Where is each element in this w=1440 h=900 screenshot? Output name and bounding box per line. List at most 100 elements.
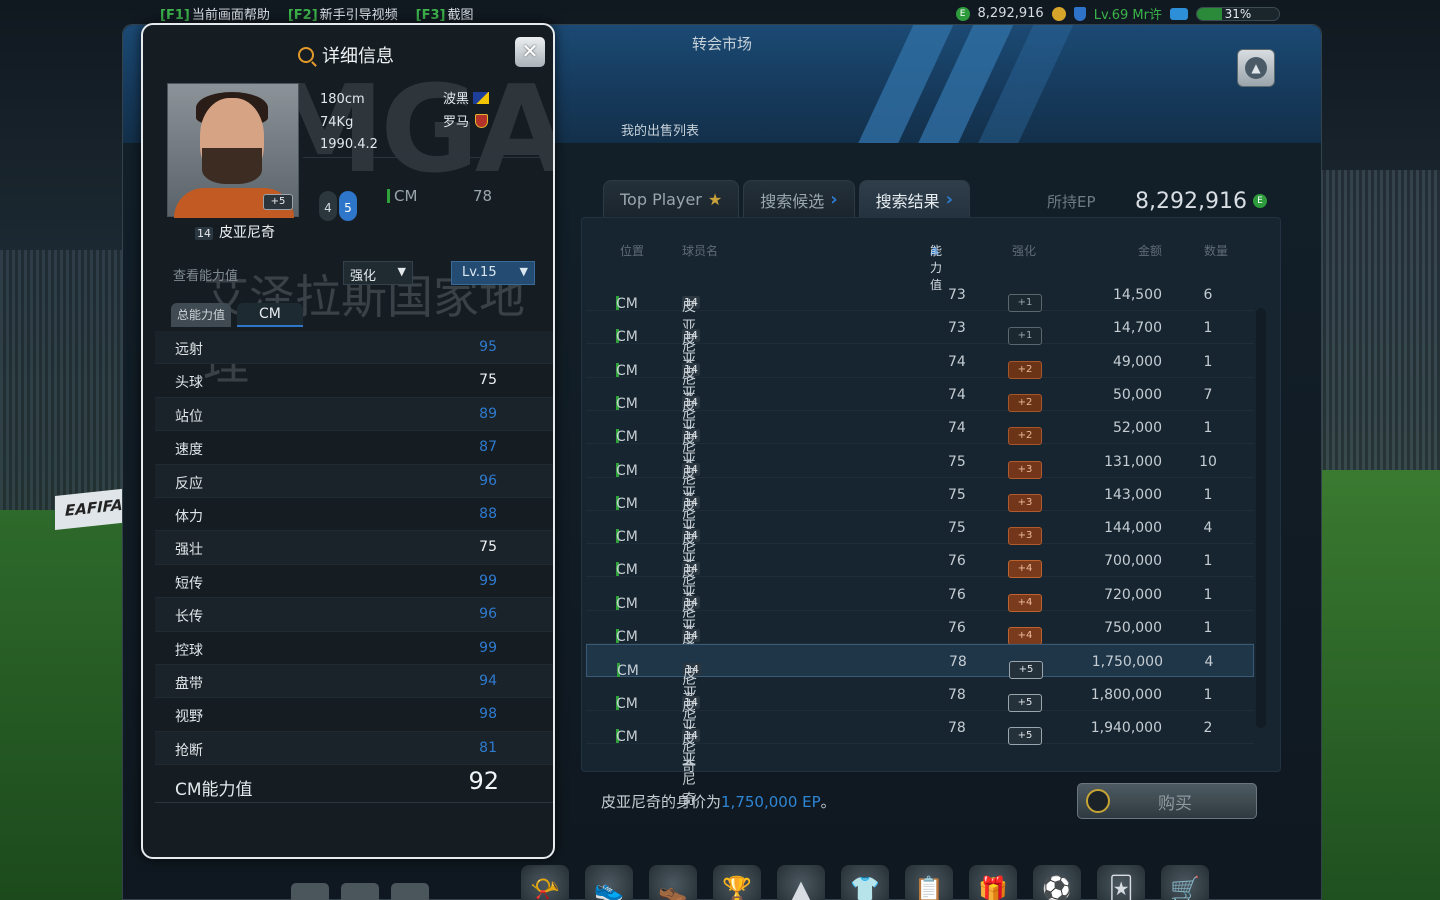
table-row[interactable]: CM14皮亚尼奇73+114,7001: [586, 311, 1254, 408]
inbox-icon[interactable]: [291, 883, 329, 900]
table-row[interactable]: CM 14 皮亚尼奇 78 +5 1,800,000 1: [586, 678, 1254, 775]
star-icon: ★: [707, 190, 723, 209]
row-ovr: 76: [948, 586, 966, 603]
row-ovr: 78: [949, 654, 967, 671]
stat-row: 长传 96: [155, 598, 553, 632]
enhance-badge: +3: [1008, 527, 1042, 546]
chat-icon[interactable]: [341, 883, 379, 900]
exp-progress-bar: 31%: [1196, 6, 1280, 21]
row-price: 144,000: [1104, 520, 1162, 537]
shirt-number: 14: [195, 227, 213, 240]
card-icon[interactable]: 🃏: [1097, 865, 1145, 900]
crowd-right: [1320, 170, 1440, 470]
skill-moves: 4: [319, 191, 337, 221]
crowd-left: [0, 250, 125, 510]
col-player-name[interactable]: 球员名: [682, 242, 718, 259]
gold-coin-icon: [1051, 6, 1066, 21]
weak-foot: 5: [339, 191, 357, 221]
table-row[interactable]: CM 14 皮亚尼奇 78 +5 1,940,000 2: [586, 711, 1254, 808]
level-dropdown[interactable]: Lv.15 ▼: [451, 261, 535, 285]
my-sell-list-link[interactable]: 我的出售列表: [621, 120, 699, 139]
player-height: 180cm: [320, 92, 365, 107]
row-quantity: 1: [1203, 586, 1213, 603]
row-price: 1,940,000: [1090, 719, 1162, 736]
table-row[interactable]: CM14皮亚尼奇74+250,0007: [586, 378, 1254, 475]
table-row[interactable]: CM14皮亚尼奇76+4720,0001: [586, 578, 1254, 675]
row-price: 52,000: [1113, 420, 1162, 437]
row-price: 50,000: [1113, 386, 1162, 403]
col-price[interactable]: 金额: [1138, 242, 1162, 259]
col-enhance[interactable]: 强化: [1012, 242, 1036, 259]
stat-tabs: 总能力值 CM: [171, 303, 303, 327]
row-price: 750,000: [1104, 620, 1162, 636]
status-area: E 8,292,916 Lv.69 Mr许 31%: [955, 4, 1280, 23]
row-quantity: 4: [1204, 654, 1214, 671]
stat-row: 视野 98: [155, 698, 553, 732]
tab-top-player[interactable]: Top Player ★: [603, 180, 740, 218]
hotkey-help[interactable]: [F1] 当前画面帮助: [160, 4, 270, 23]
owned-ep-label: 所持EP: [1047, 192, 1096, 211]
hotkey-screenshot[interactable]: [F3] 截图: [416, 4, 474, 23]
enhance-dropdown[interactable]: 强化 ▼: [343, 261, 413, 285]
enhance-badge: +2: [1008, 360, 1042, 379]
stat-controls: 查看能力值 强化 ▼ Lv.15 ▼: [173, 261, 543, 287]
col-quantity[interactable]: 数量: [1204, 242, 1228, 259]
stat-value: 87: [479, 439, 497, 456]
position-total-label: CM能力值: [175, 780, 253, 800]
table-row[interactable]: CM14皮亚尼奇76+4700,0001: [586, 544, 1254, 641]
table-row[interactable]: CM14皮亚尼奇75+3144,0004: [586, 511, 1254, 608]
stat-name: 长传: [175, 609, 203, 626]
col-ovr[interactable]: 能力值 ▲: [930, 242, 942, 292]
stat-name: 短传: [175, 575, 203, 592]
cart-icon[interactable]: 🛒: [1161, 865, 1209, 900]
table-scrollbar[interactable]: [1256, 308, 1266, 728]
collapse-button[interactable]: ▲: [1237, 49, 1275, 87]
whistle-icon[interactable]: 📯: [521, 865, 569, 900]
close-button[interactable]: ✕: [515, 37, 545, 67]
stat-value: 75: [479, 372, 497, 389]
row-ovr: 73: [948, 320, 966, 337]
stat-name: 站位: [175, 408, 203, 425]
table-row[interactable]: CM14皮亚尼奇73+114,5006: [586, 278, 1254, 375]
boot-red-icon[interactable]: 👟: [585, 865, 633, 900]
enhance-badge: +5: [263, 194, 293, 210]
pitch-right: [1320, 470, 1440, 900]
row-quantity: 2: [1203, 719, 1213, 736]
col-position[interactable]: 位置: [620, 242, 644, 259]
stat-row: 体力 88: [155, 498, 553, 532]
stat-row: 站位 89: [155, 397, 553, 432]
mail-icon[interactable]: [391, 883, 429, 900]
hotkey-video[interactable]: [F2] 新手引导视频: [288, 4, 398, 23]
tab-total-stats[interactable]: 总能力值: [171, 303, 232, 327]
table-row[interactable]: CM14皮亚尼奇75+3143,0001: [586, 478, 1254, 575]
table-row[interactable]: CM14皮亚尼奇74+249,0001: [586, 345, 1254, 442]
tab-position-stats[interactable]: CM: [237, 303, 303, 327]
buy-button[interactable]: 购买: [1077, 783, 1257, 819]
formation-icon[interactable]: ▲: [777, 865, 825, 900]
table-row[interactable]: CM14皮亚尼奇76+4750,0001: [586, 611, 1254, 708]
skill-weakfoot: 4 5: [319, 191, 359, 221]
stat-row: 抢断 81: [155, 731, 553, 766]
jersey-icon[interactable]: 👕: [841, 865, 889, 900]
row-ovr: 75: [948, 486, 966, 503]
player-affiliation: 波黑 罗马: [443, 89, 490, 134]
arrow-right-icon: ›: [945, 189, 954, 210]
hotkey-list: [F1] 当前画面帮助 [F2] 新手引导视频 [F3] 截图: [160, 4, 473, 23]
row-ovr: 74: [948, 386, 966, 403]
tab-search-results[interactable]: 搜索结果 ›: [858, 180, 971, 218]
card-pack-icon[interactable]: 🎁: [969, 865, 1017, 900]
boot-blue-icon[interactable]: 👞: [649, 865, 697, 900]
table-row[interactable]: CM14皮亚尼奇78+51,750,0004: [586, 644, 1254, 742]
table-row[interactable]: CM14皮亚尼奇75+3131,00010: [586, 445, 1254, 542]
divider: [303, 157, 543, 158]
tab-search-candidates[interactable]: 搜索候选 ›: [743, 180, 855, 218]
notepad-icon[interactable]: 📋: [905, 865, 953, 900]
table-row[interactable]: CM14皮亚尼奇74+252,0001: [586, 411, 1254, 508]
trophy-icon[interactable]: 🏆: [713, 865, 761, 900]
stat-name: 视野: [175, 709, 203, 726]
club-icon[interactable]: ⚽: [1033, 865, 1081, 900]
stat-row: 强壮 75: [155, 531, 553, 565]
stat-name: 速度: [175, 442, 203, 459]
stat-row: 远射 95: [155, 331, 553, 365]
enhance-badge: +5: [1009, 661, 1043, 680]
